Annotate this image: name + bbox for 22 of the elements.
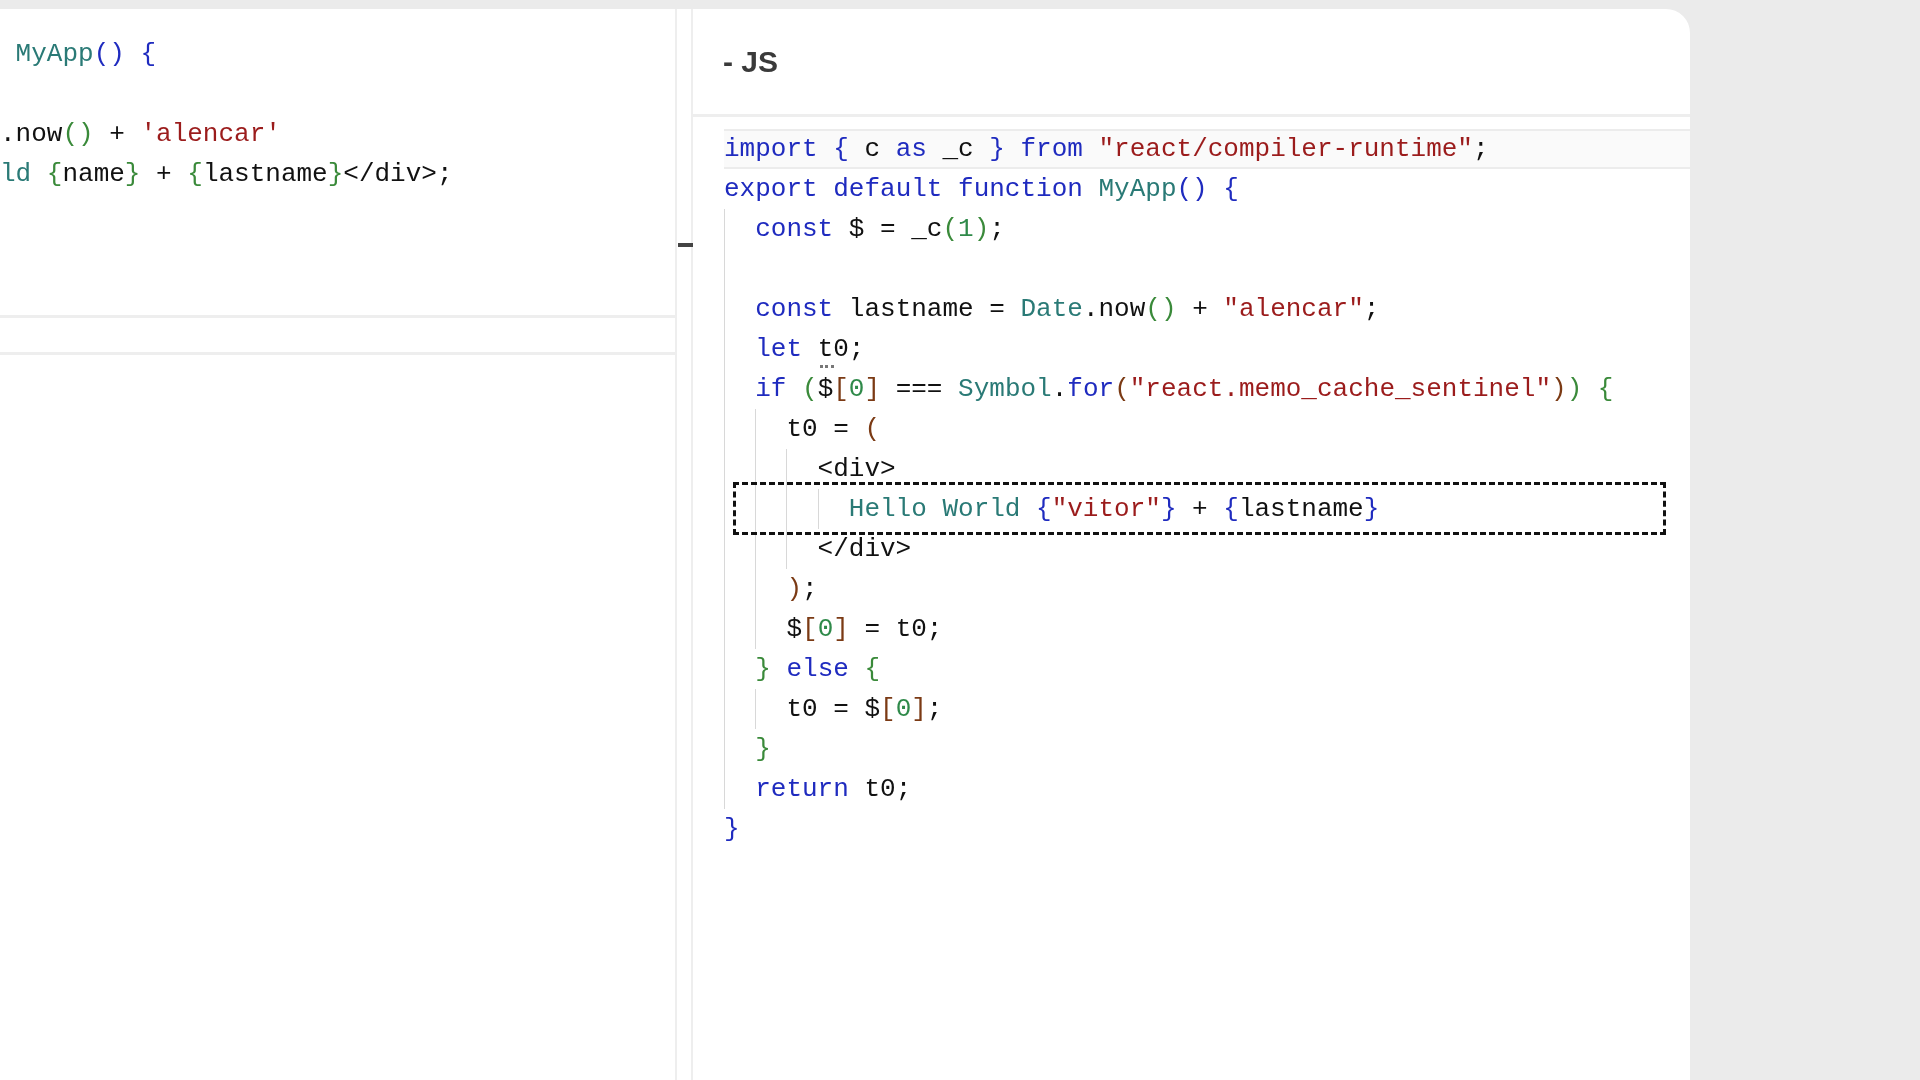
panel-title: - JS bbox=[723, 44, 779, 79]
code-line: if ($[0] === Symbol.for("react.memo_cache_sentinel")) { bbox=[755, 373, 1614, 406]
code-line: export default function MyApp() { bbox=[724, 173, 1239, 206]
code-line: </div> bbox=[817, 533, 912, 566]
code-line: $[0] = t0; bbox=[786, 613, 943, 646]
code-line: const $ = _c(1); bbox=[755, 213, 1005, 246]
code-line: import { c as _c } from "react/compiler-runtime"; bbox=[724, 133, 1489, 166]
code-line: return t0; bbox=[755, 773, 912, 806]
code-line: t0 = ( bbox=[786, 413, 881, 446]
code-line: ); bbox=[786, 573, 818, 606]
code-line: ld {name} + {lastname}</div>; bbox=[0, 158, 453, 191]
code-line: let t0; bbox=[755, 329, 865, 369]
code-line: const lastname = Date.now() + "alencar"; bbox=[755, 293, 1380, 326]
code-line: MyApp() { bbox=[14, 38, 157, 71]
code-line: } bbox=[755, 733, 771, 766]
code-line: Hello World {"vitor"} + {lastname} bbox=[848, 493, 1380, 526]
code-line: <div> bbox=[817, 453, 896, 486]
code-line: t0 = $[0]; bbox=[786, 693, 943, 726]
code-line: } bbox=[724, 813, 740, 846]
code-line: } else { bbox=[755, 653, 881, 686]
code-line: .now() + 'alencar' bbox=[0, 118, 281, 151]
resize-handle[interactable] bbox=[678, 243, 694, 247]
